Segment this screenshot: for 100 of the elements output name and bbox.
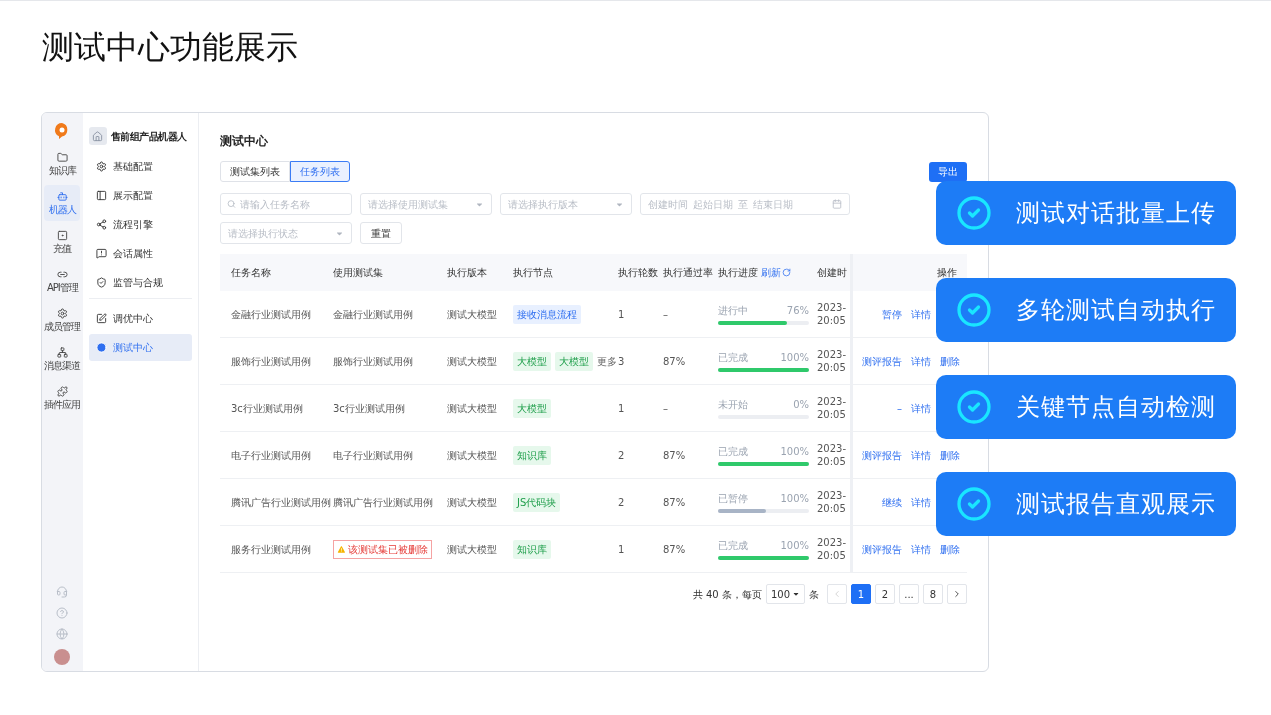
rail-item[interactable]: 插件应用 bbox=[44, 380, 81, 416]
search-field[interactable]: 请输入任务名称 bbox=[239, 196, 345, 212]
action-link[interactable]: 继续 bbox=[882, 494, 902, 510]
action-link[interactable]: 测评报告 bbox=[862, 447, 902, 463]
rail-item[interactable]: 成员管理 bbox=[44, 302, 81, 338]
tab[interactable]: 任务列表 bbox=[290, 161, 350, 182]
progress-status: 已完成 bbox=[718, 445, 748, 459]
table-cell: 2023- bbox=[817, 348, 847, 361]
table-cell: 测试大模型 bbox=[447, 308, 497, 320]
table-cell: 20:05 bbox=[817, 361, 846, 374]
table-cell: 3 bbox=[618, 355, 625, 367]
network-icon bbox=[56, 347, 68, 358]
callout-text: 多轮测试自动执行 bbox=[1016, 295, 1216, 326]
sidebar-item[interactable]: 会话属性 bbox=[88, 240, 192, 267]
help-icon[interactable] bbox=[56, 607, 69, 619]
progress-status: 未开始 bbox=[718, 398, 748, 412]
table-cell: 金融行业测试用例 bbox=[231, 308, 311, 320]
progress-status: 已完成 bbox=[718, 539, 748, 553]
action-link[interactable]: 暂停 bbox=[882, 306, 902, 322]
prev-page-button[interactable] bbox=[827, 584, 847, 604]
tab[interactable]: 测试集列表 bbox=[220, 161, 290, 182]
rail-item[interactable]: API管理 bbox=[44, 263, 81, 299]
action-link[interactable]: 详情 bbox=[911, 306, 931, 322]
table-cell: 腾讯广告行业测试用例 bbox=[333, 496, 433, 508]
chevron-right-icon bbox=[952, 589, 962, 599]
sidebar-item[interactable]: 基础配置 bbox=[88, 153, 192, 180]
progress-percent: 0% bbox=[793, 398, 809, 412]
sidebar-item[interactable]: 调优中心 bbox=[88, 305, 192, 332]
more-link[interactable]: 更多 bbox=[597, 353, 617, 369]
column-header: 任务名称 bbox=[231, 267, 271, 278]
table-cell: – bbox=[663, 402, 668, 414]
table-cell: 电子行业测试用例 bbox=[333, 449, 413, 461]
table-cell: 2023- bbox=[817, 395, 847, 408]
sidebar-item[interactable]: 流程引擎 bbox=[88, 211, 192, 238]
column-header: 执行轮数 bbox=[618, 267, 658, 278]
search-box[interactable]: 请输入任务名称 bbox=[220, 193, 352, 215]
action-link[interactable]: 删除 bbox=[940, 541, 960, 557]
panel-icon bbox=[95, 190, 107, 201]
puzzle-icon bbox=[56, 386, 68, 397]
sidebar-item[interactable]: 测试中心 bbox=[88, 334, 192, 361]
slide-title: 测试中心功能展示 bbox=[42, 27, 298, 67]
caret-icon bbox=[792, 590, 800, 598]
table-cell: 87% bbox=[663, 449, 686, 461]
link-icon bbox=[56, 269, 68, 280]
column-header: 执行节点 bbox=[513, 267, 553, 278]
action-link[interactable]: 详情 bbox=[911, 447, 931, 463]
progress-status: 进行中 bbox=[718, 304, 748, 318]
page-button[interactable]: 1 bbox=[851, 584, 871, 604]
rail-item[interactable]: 消息渠道 bbox=[44, 341, 81, 377]
reset-button[interactable]: 重置 bbox=[360, 222, 402, 244]
rail-item[interactable]: 机器人 bbox=[44, 185, 81, 221]
action-link[interactable]: 测评报告 bbox=[862, 541, 902, 557]
page-button[interactable]: 8 bbox=[923, 584, 943, 604]
page-button[interactable]: ... bbox=[899, 584, 919, 604]
node-tag: JS代码块 bbox=[513, 492, 561, 512]
sidebar-item[interactable]: 展示配置 bbox=[88, 182, 192, 209]
refresh-link[interactable]: 刷新 bbox=[761, 265, 791, 280]
check-circle-icon bbox=[956, 292, 992, 328]
progress-status: 已完成 bbox=[718, 351, 748, 365]
action-link[interactable]: 测评报告 bbox=[862, 353, 902, 369]
page-button[interactable]: 2 bbox=[875, 584, 895, 604]
table-cell: 20:05 bbox=[817, 549, 846, 562]
action-link[interactable]: 删除 bbox=[940, 447, 960, 463]
table-cell: 测试大模型 bbox=[447, 402, 497, 414]
rail-item[interactable]: 知识库 bbox=[44, 146, 81, 182]
action-link[interactable]: 详情 bbox=[911, 541, 931, 557]
page-title: 测试中心 bbox=[220, 133, 268, 150]
action-link[interactable]: 删除 bbox=[940, 353, 960, 369]
table-cell: 2023- bbox=[817, 301, 847, 314]
globe-icon[interactable] bbox=[56, 628, 69, 640]
table-cell: 3c行业测试用例 bbox=[333, 402, 405, 414]
table-cell: 1 bbox=[618, 543, 625, 555]
action-link[interactable]: 详情 bbox=[911, 494, 931, 510]
node-tag: 大模型 bbox=[513, 398, 551, 418]
rail-item[interactable]: 充值 bbox=[44, 224, 81, 260]
action-link[interactable]: 详情 bbox=[911, 353, 931, 369]
sidebar-item[interactable]: 监管与合规 bbox=[88, 269, 192, 296]
bot-name: 售前组产品机器人 bbox=[110, 129, 187, 144]
chevron-left-icon bbox=[832, 589, 842, 599]
column-header: 执行版本 bbox=[447, 267, 487, 278]
flow-icon bbox=[95, 219, 107, 230]
folder-icon bbox=[56, 152, 68, 163]
table-cell: 测试大模型 bbox=[447, 543, 497, 555]
page-size-unit: 条 bbox=[809, 587, 819, 602]
table-cell: 2023- bbox=[817, 536, 847, 549]
date-separator: 至 bbox=[738, 197, 748, 212]
page-size-select[interactable]: 100 bbox=[765, 584, 805, 604]
column-header: 使用测试集 bbox=[333, 267, 383, 278]
check-circle-icon bbox=[956, 486, 992, 522]
next-page-button[interactable] bbox=[947, 584, 967, 604]
export-button[interactable]: 导出 bbox=[929, 161, 967, 182]
table-cell: 87% bbox=[663, 543, 686, 555]
avatar[interactable] bbox=[54, 649, 71, 665]
settings-icon bbox=[95, 161, 107, 172]
refresh-icon bbox=[782, 268, 791, 277]
support-icon[interactable] bbox=[56, 586, 69, 598]
table-cell: 服饰行业测试用例 bbox=[231, 355, 311, 367]
action-link[interactable]: – bbox=[897, 400, 902, 416]
action-link[interactable]: 详情 bbox=[911, 400, 931, 416]
table-cell: 2 bbox=[618, 496, 625, 508]
